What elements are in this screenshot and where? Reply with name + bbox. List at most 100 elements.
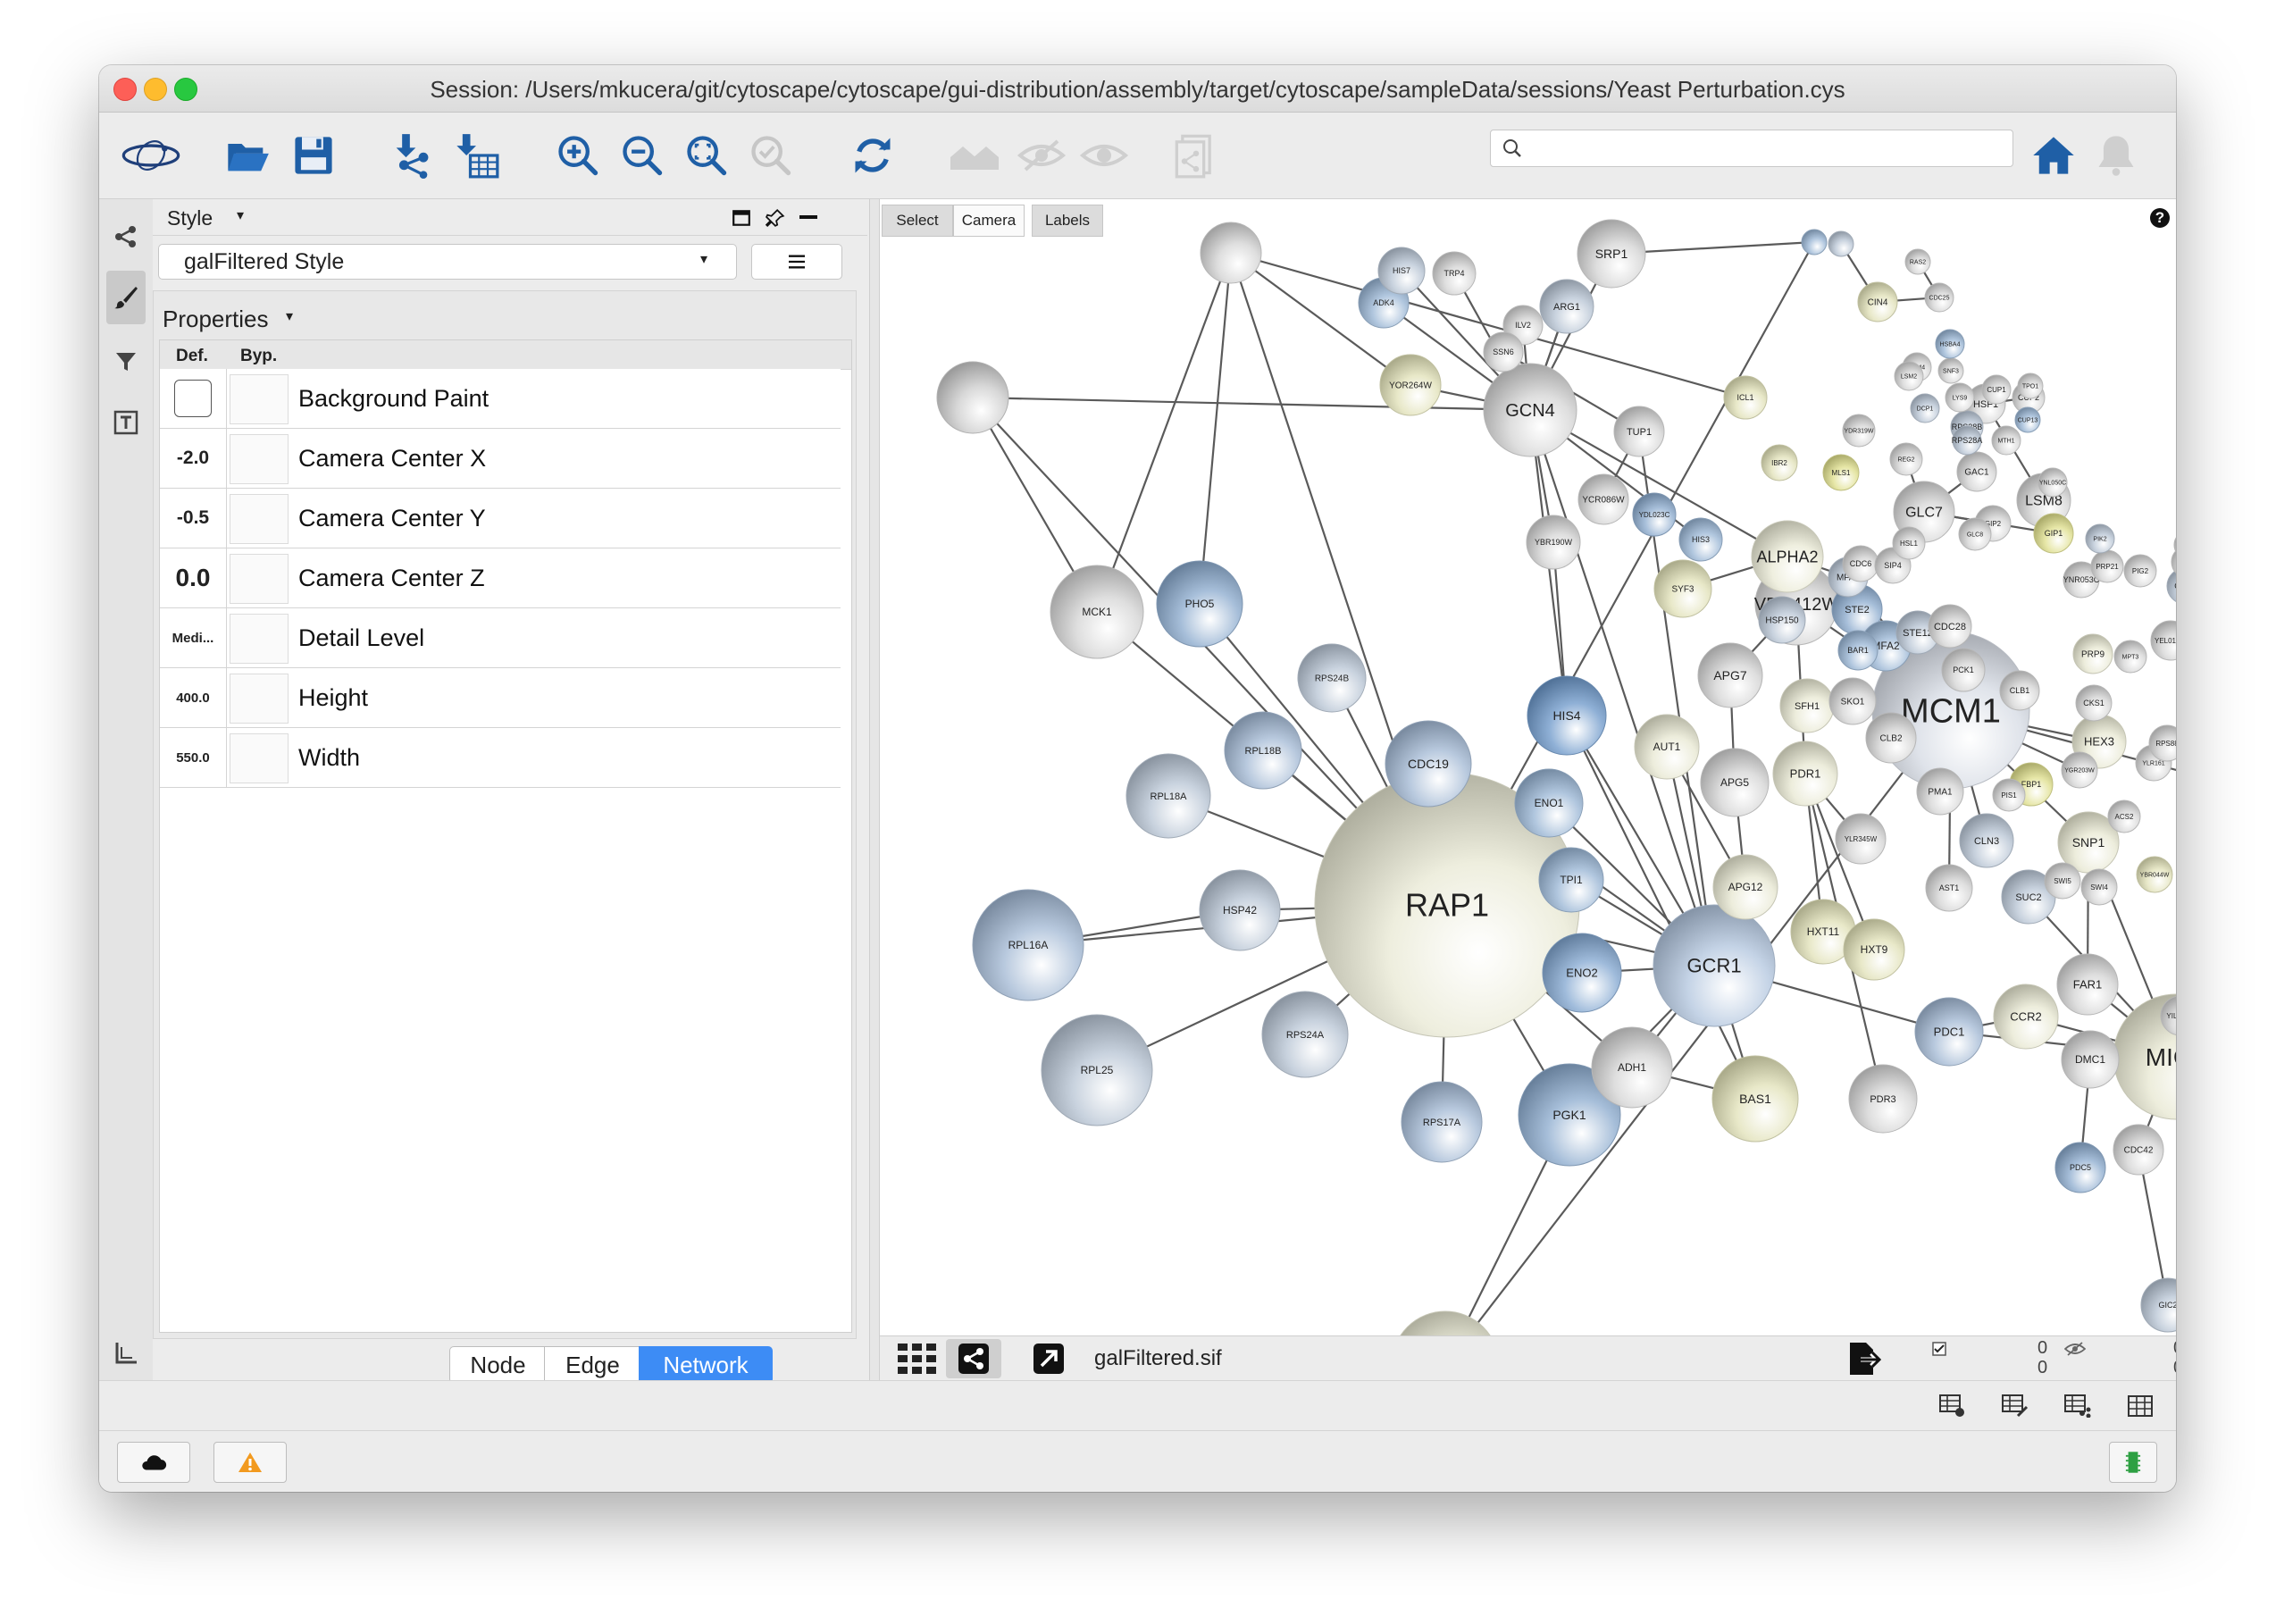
property-row[interactable]: Background Paint [160,369,841,429]
node-rps28a[interactable]: RPS28A [1952,425,1983,456]
node-ygr203w[interactable]: YGR203W [2061,751,2098,789]
filter-panel-icon[interactable] [106,342,146,381]
node-ybr190w[interactable]: YBR190W [1526,515,1581,570]
node-rpl18b[interactable]: RPL18B [1224,711,1302,790]
node-cdc28[interactable]: CDC28 [1928,604,1972,649]
node-far1[interactable]: FAR1 [2056,953,2119,1016]
node-trp4[interactable]: TRP4 [1432,251,1477,296]
node-acs2[interactable]: ACS2 [2107,799,2141,833]
mode-select-button[interactable]: Select [882,205,953,237]
float-panel-icon[interactable] [732,208,751,228]
node-pck1[interactable]: PCK1 [1941,648,1986,692]
node-apg5[interactable]: APG5 [1700,748,1770,817]
edge-PHO5-TOPA[interactable] [1198,252,1233,605]
edge-table-icon[interactable] [2002,1394,2029,1418]
edge-GCN4-LEFTA[interactable] [972,396,1531,412]
minimize-panel-icon[interactable] [799,215,817,219]
zoom-selected-icon[interactable] [746,130,796,180]
node-pdr3[interactable]: PDR3 [1848,1064,1918,1134]
node-topc[interactable] [1828,230,1854,257]
node-dmc1[interactable]: DMC1 [2061,1030,2120,1089]
hide-selected-icon[interactable] [1014,130,1069,180]
node-ssn6[interactable]: SSN6 [1483,331,1524,373]
tab-network[interactable]: Network [639,1346,773,1384]
property-bypass-cell[interactable] [230,374,289,424]
background-paint-swatch[interactable] [160,369,227,428]
tab-node[interactable]: Node [449,1346,547,1384]
node-cup13[interactable]: CUP13 [2014,406,2041,433]
node-apg12[interactable]: APG12 [1712,854,1778,920]
node-snf3[interactable]: SNF3 [1937,357,1964,384]
node-his3[interactable]: HIS3 [1678,517,1723,562]
node-mls1[interactable]: MLS1 [1822,454,1860,491]
node-ydl023c[interactable]: YDL023C [1632,492,1677,537]
node-bar1[interactable]: BAR1 [1837,630,1879,671]
node-sphere[interactable] [1828,230,1854,257]
node-lsm2[interactable]: LSM2 [1894,361,1924,391]
property-row[interactable]: 0.0 Camera Center Z [160,548,841,608]
node-pdc5[interactable]: PDC5 [2054,1142,2106,1193]
node-table-icon[interactable] [1939,1394,1966,1418]
node-pis1[interactable]: PIS1 [1992,778,2026,812]
node-hsp150[interactable]: HSP150 [1758,596,1806,644]
node-adh1[interactable]: ADH1 [1591,1026,1673,1109]
property-default-value[interactable]: 550.0 [160,728,227,787]
node-yor264w[interactable]: YOR264W [1379,354,1442,416]
property-default-value[interactable]: 400.0 [160,668,227,727]
property-row[interactable]: -2.0 Camera Center X [160,429,841,489]
node-pig2[interactable]: PIG2 [2123,554,2157,588]
node-ycr086w[interactable]: YCR086W [1577,473,1629,525]
node-cup1[interactable]: CUP1 [1981,374,2012,405]
node-rps24a[interactable]: RPS24A [1261,991,1349,1078]
node-tup1[interactable]: TUP1 [1613,406,1665,457]
panel-divider[interactable] [869,199,880,1380]
search-input[interactable] [1490,130,2013,167]
style-options-button[interactable] [751,244,842,280]
node-cln3[interactable]: CLN3 [1959,813,2014,868]
node-csy2[interactable]: CSY2 [2166,568,2176,604]
node-tpo1[interactable]: TPO1 [2017,373,2044,399]
node-sfh1[interactable]: SFH1 [1779,678,1835,733]
node-sphere[interactable] [1200,222,1262,284]
node-hxt9[interactable]: HXT9 [1843,918,1905,981]
node-pma1[interactable]: PMA1 [1916,767,1964,816]
properties-header[interactable]: Properties ▾ [154,291,856,339]
node-sko1[interactable]: SKO1 [1828,677,1877,725]
property-bypass-cell[interactable] [230,494,289,544]
network-canvas[interactable]: RAP1MCM1MIG1GCR1GCN4VDR412WALPHA2RPL16AR… [880,199,2176,1335]
export-icon[interactable] [1846,1341,1882,1377]
zoom-fit-icon[interactable] [682,130,732,180]
cytoscape-logo-icon[interactable] [115,130,187,180]
mode-camera-button[interactable]: Camera [953,205,1025,237]
node-hsl1[interactable]: HSL1 [1892,526,1926,560]
node-hsp42[interactable]: HSP42 [1199,869,1281,951]
node-topa[interactable] [1200,222,1262,284]
property-bypass-cell[interactable] [230,674,289,724]
node-clb1[interactable]: CLB1 [1999,670,2040,711]
zoom-out-icon[interactable] [617,130,667,180]
zoom-in-icon[interactable] [553,130,603,180]
node-mpt3[interactable]: MPT3 [2113,640,2147,674]
node-lefta[interactable] [936,361,1009,434]
refresh-layout-icon[interactable] [848,130,898,180]
grid-view-icon[interactable] [898,1344,937,1374]
node-pik2[interactable]: PIK2 [2085,523,2115,554]
save-session-icon[interactable] [289,130,339,180]
network-view[interactable]: RAP1MCM1MIG1GCR1GCN4VDR412WALPHA2RPL16AR… [880,199,2176,1335]
node-cdc6[interactable]: CDC6 [1842,545,1879,582]
property-default-value[interactable]: -2.0 [160,429,227,488]
node-lys9[interactable]: LYS9 [1945,382,1975,413]
unassigned-table-icon[interactable] [2127,1394,2154,1418]
node-prp9[interactable]: PRP9 [2072,633,2113,674]
warnings-button[interactable] [213,1442,287,1483]
style-panel-icon[interactable] [106,271,146,324]
help-icon[interactable]: ? [2150,208,2170,228]
property-row[interactable]: -0.5 Camera Center Y [160,489,841,548]
node-his7[interactable]: HIS7 [1377,247,1426,295]
memory-button[interactable] [2109,1442,2157,1483]
node-icl1[interactable]: ICL1 [1723,375,1768,420]
property-row[interactable]: 400.0 Height [160,668,841,728]
pin-icon[interactable] [766,208,785,228]
node-bas1[interactable]: BAS1 [1711,1055,1799,1143]
node-rps17a[interactable]: RPS17A [1401,1081,1483,1163]
